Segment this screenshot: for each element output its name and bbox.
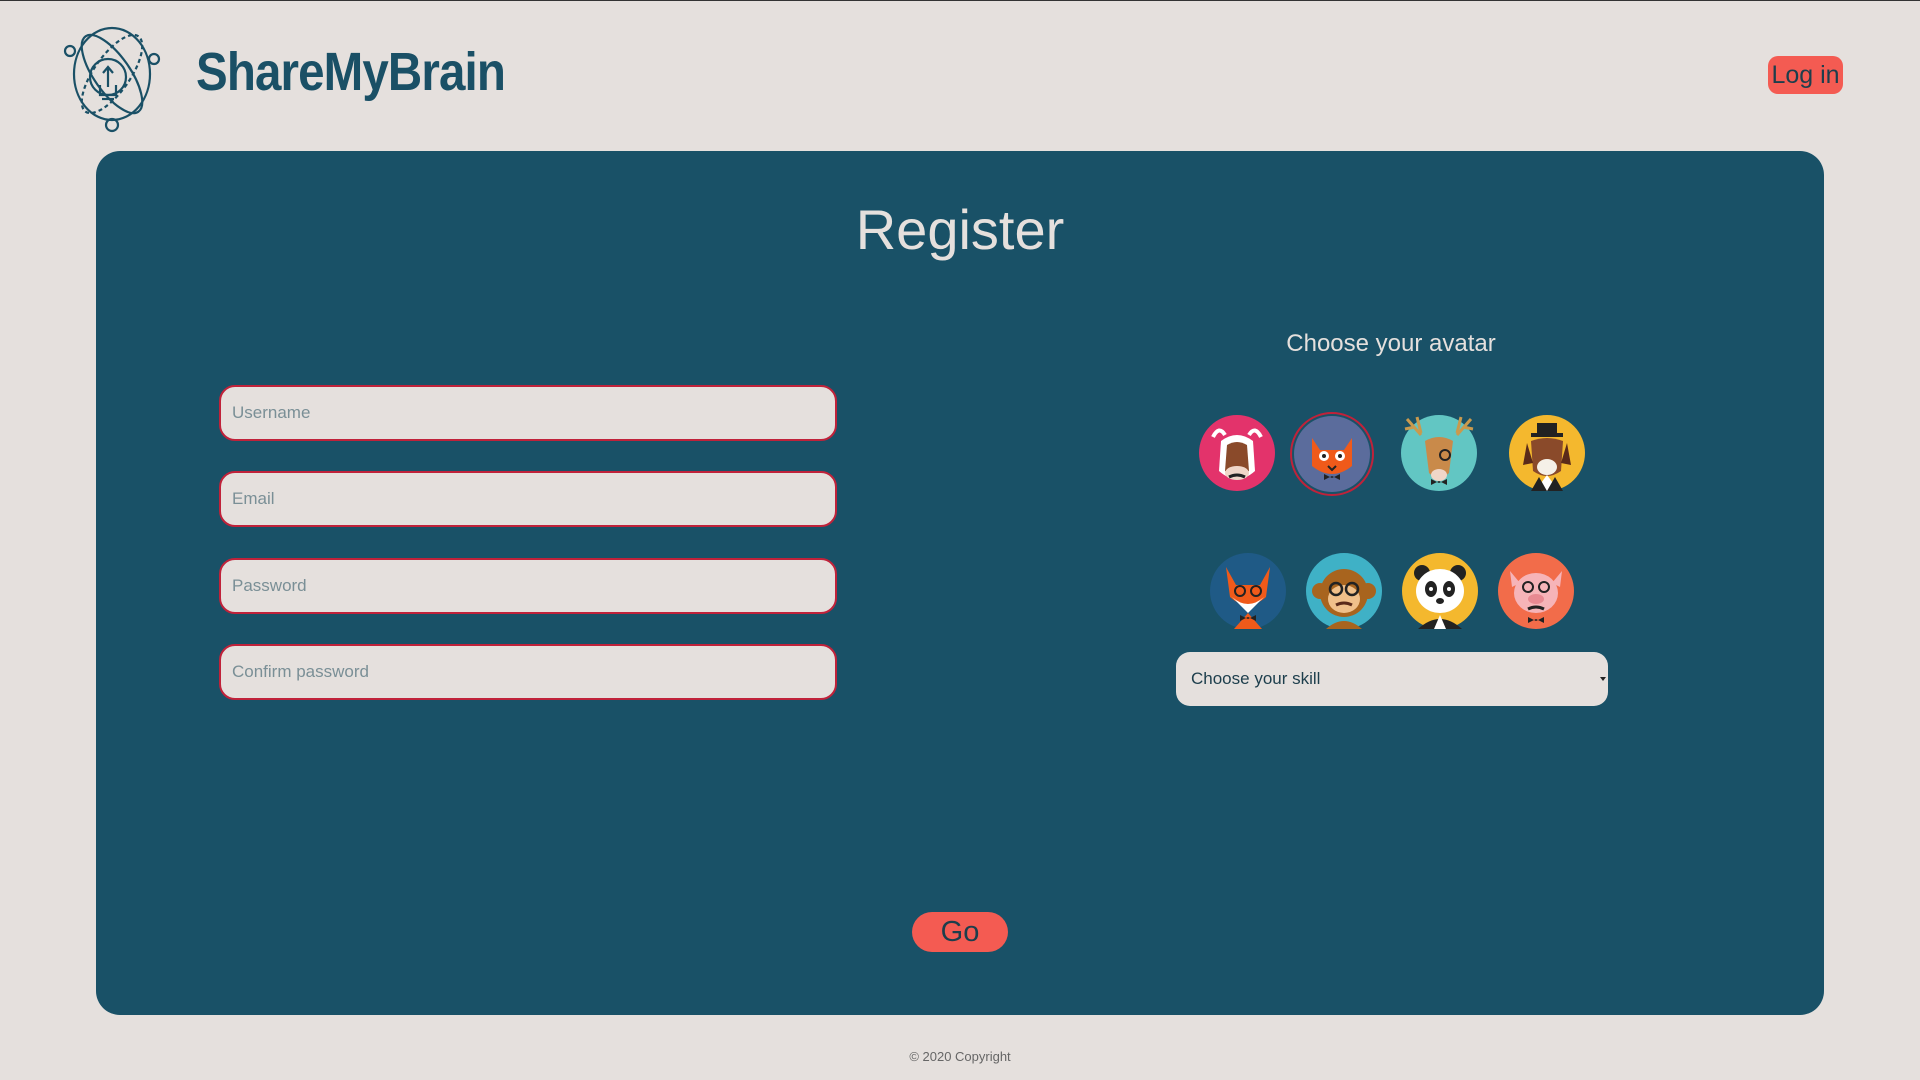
skill-select-value: Choose your skill (1191, 669, 1321, 688)
go-button[interactable]: Go (912, 912, 1008, 952)
login-button[interactable]: Log in (1768, 56, 1843, 94)
chevron-down-icon (1600, 677, 1606, 681)
password-input[interactable] (219, 558, 837, 614)
footer-copyright: © 2020 Copyright (909, 1049, 1011, 1064)
skill-select[interactable]: Choose your skill (1176, 652, 1608, 706)
avatar-cat-icon-selected[interactable] (1290, 412, 1374, 496)
avatar-pig-icon[interactable] (1498, 553, 1574, 629)
brand-logo-icon (62, 15, 162, 133)
avatar-panda-icon[interactable] (1402, 553, 1478, 629)
avatar-cow-icon[interactable] (1199, 415, 1275, 491)
avatar-dog-icon[interactable] (1509, 415, 1585, 491)
email-input[interactable] (219, 471, 837, 527)
page-title: Register (855, 198, 1065, 261)
brand-name[interactable]: ShareMyBrain (196, 41, 506, 103)
confirm-password-input[interactable] (219, 644, 837, 700)
avatar-monkey-icon[interactable] (1306, 553, 1382, 629)
username-input[interactable] (219, 385, 837, 441)
avatar-deer-icon[interactable] (1401, 415, 1477, 491)
avatar-section-title: Choose your avatar (1286, 330, 1496, 357)
avatar-fox-icon[interactable] (1210, 553, 1286, 629)
